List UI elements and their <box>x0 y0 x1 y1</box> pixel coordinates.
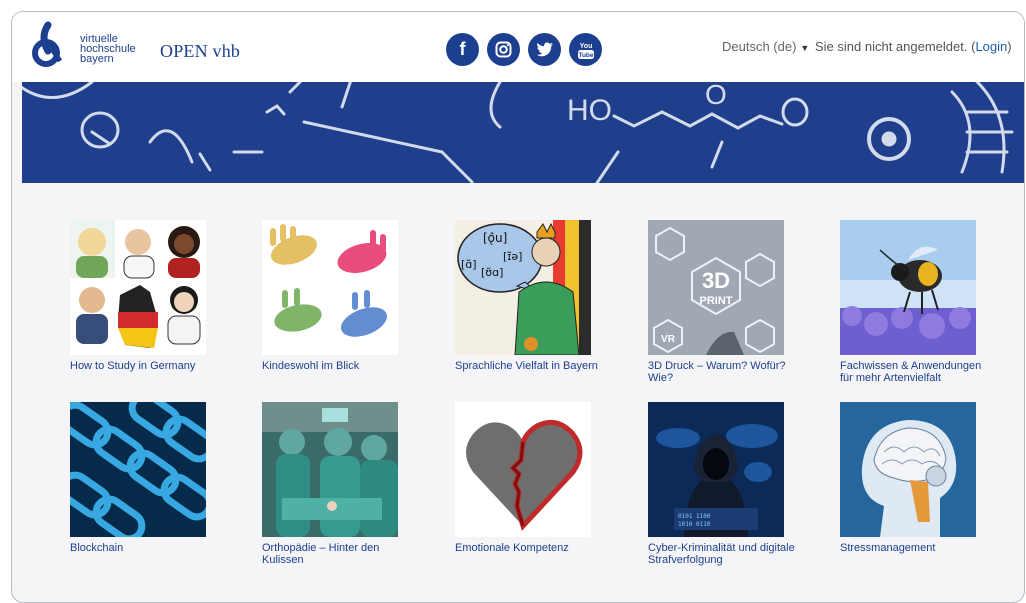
course-card[interactable]: Stressmanagement <box>840 402 1000 554</box>
svg-text:PRINT: PRINT <box>700 295 733 307</box>
course-title[interactable]: Sprachliche Vielfalt in Bayern <box>455 360 605 372</box>
course-card[interactable]: Orthopädie – Hinter den Kulissen <box>262 402 422 566</box>
course-title[interactable]: Kindeswohl im Blick <box>262 360 412 372</box>
site-header: virtuelle hochschule bayern OPEN vhb f Y… <box>12 12 1024 82</box>
course-card[interactable]: Kindeswohl im Blick <box>262 220 422 372</box>
course-card[interactable]: 0101 1100 1010 0110 Cyber-Kriminalität un… <box>648 402 808 566</box>
youtube-glyph: You Tube <box>577 43 594 59</box>
twitter-icon[interactable] <box>528 33 561 66</box>
course-title[interactable]: Blockchain <box>70 542 220 554</box>
course-image <box>70 402 206 537</box>
chemistry-banner-art: HO O <box>22 82 1014 183</box>
svg-text:HO: HO <box>567 94 612 127</box>
course-image <box>455 402 591 537</box>
course-title[interactable]: Fachwissen & Anwendungen für mehr Artenv… <box>840 360 990 384</box>
course-title[interactable]: Orthopädie – Hinter den Kulissen <box>262 542 412 566</box>
course-image <box>70 220 206 355</box>
course-card[interactable]: Blockchain <box>70 402 230 554</box>
course-title[interactable]: How to Study in Germany <box>70 360 220 372</box>
facebook-glyph: f <box>459 39 466 59</box>
svg-text:3D: 3D <box>702 268 730 293</box>
svg-text:You: You <box>579 43 592 50</box>
vhb-logo-icon <box>32 21 63 67</box>
course-image: [ǫ̂u] [ɪ̃ə] [ɑ̃] [ʊ̃ɑ] <box>455 220 591 355</box>
svg-text:O: O <box>705 82 727 110</box>
login-link[interactable]: Login <box>975 39 1007 54</box>
course-image <box>840 402 976 537</box>
course-card[interactable]: 3D PRINT VR 3D Druck – Warum? Wofür? Wie… <box>648 220 808 384</box>
svg-text:0101 1100: 0101 1100 <box>678 513 711 520</box>
course-title[interactable]: 3D Druck – Warum? Wofür? Wie? <box>648 360 798 384</box>
caret-down-icon: ▼ <box>800 43 810 53</box>
course-card[interactable]: Emotionale Kompetenz <box>455 402 615 554</box>
browser-frame: virtuelle hochschule bayern OPEN vhb f Y… <box>11 11 1025 603</box>
login-status: Sie sind nicht angemeldet. (Login) <box>815 39 1012 54</box>
course-image <box>840 220 976 355</box>
brand-title[interactable]: OPEN vhb <box>160 41 240 62</box>
vhb-logo[interactable]: virtuelle hochschule bayern <box>30 21 136 71</box>
logo-text: virtuelle hochschule bayern <box>80 34 136 65</box>
course-image: 3D PRINT VR <box>648 220 784 355</box>
social-links: f You Tube <box>446 33 602 66</box>
svg-text:Tube: Tube <box>578 52 593 59</box>
language-selector[interactable]: Deutsch (de) ▼ <box>722 39 809 54</box>
svg-text:[ǫ̂u]: [ǫ̂u] <box>483 231 507 245</box>
svg-text:[ɑ̃]: [ɑ̃] <box>461 258 477 271</box>
hero-banner: HO O <box>22 82 1024 183</box>
course-card[interactable]: Fachwissen & Anwendungen für mehr Artenv… <box>840 220 1000 384</box>
course-image: 0101 1100 1010 0110 <box>648 402 784 537</box>
youtube-icon[interactable]: You Tube <box>569 33 602 66</box>
instagram-glyph <box>495 41 512 58</box>
facebook-icon[interactable]: f <box>446 33 479 66</box>
svg-text:1010 0110: 1010 0110 <box>678 521 711 528</box>
logo-line-3: bayern <box>80 53 114 65</box>
course-title[interactable]: Stressmanagement <box>840 542 990 554</box>
course-card[interactable]: [ǫ̂u] [ɪ̃ə] [ɑ̃] [ʊ̃ɑ] Sprachliche Vielf… <box>455 220 615 372</box>
status-text: Sie sind nicht angemeldet. ( <box>815 39 976 54</box>
status-close: ) <box>1007 39 1012 54</box>
course-title[interactable]: Cyber-Kriminalität und digitale Strafver… <box>648 542 798 566</box>
svg-text:[ʊ̃ɑ]: [ʊ̃ɑ] <box>481 266 503 279</box>
course-image <box>262 402 398 537</box>
twitter-glyph <box>536 42 553 57</box>
course-title[interactable]: Emotionale Kompetenz <box>455 542 605 554</box>
svg-text:[ɪ̃ə]: [ɪ̃ə] <box>503 250 522 263</box>
svg-text:VR: VR <box>661 334 676 345</box>
course-image <box>262 220 398 355</box>
course-card[interactable]: How to Study in Germany <box>70 220 230 372</box>
instagram-icon[interactable] <box>487 33 520 66</box>
language-label: Deutsch (de) <box>722 39 797 54</box>
